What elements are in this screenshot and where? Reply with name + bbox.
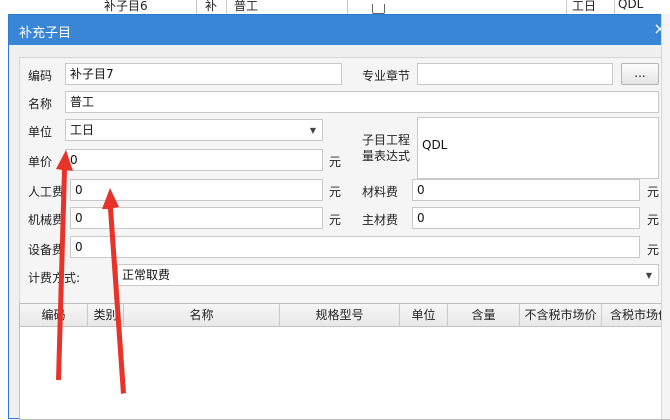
labor-input[interactable]: 0 [70, 179, 323, 201]
col-header-price-excl-tax[interactable]: 不含税市场价 [520, 304, 602, 326]
labor-unit: 元 [329, 185, 342, 199]
price-label: 单价 [28, 155, 53, 169]
col-header-quantity[interactable]: 含量 [448, 304, 520, 326]
chevron-down-icon: ▼ [309, 126, 316, 135]
bg-row-type: 补 [205, 0, 218, 13]
expr-label-line2: 量表达式 [362, 149, 411, 163]
code-input[interactable]: 补子目7 [65, 63, 342, 85]
equipment-label: 设备费 [28, 243, 65, 257]
bg-row-desc: 普工 [234, 0, 259, 13]
bg-row-unit: 工日 [572, 0, 597, 13]
chapter-input[interactable] [417, 63, 613, 85]
col-header-category[interactable]: 类别 [88, 304, 124, 326]
price-input[interactable]: 0 [65, 149, 323, 171]
background-scroll-edge [661, 14, 670, 419]
billing-label: 计费方式: [28, 271, 81, 285]
bg-divider [196, 0, 197, 14]
expr-label-line1: 子目工程 [362, 133, 411, 147]
bg-row-name: 补子目6 [104, 0, 148, 13]
machine-unit: 元 [329, 213, 342, 227]
bg-divider [347, 0, 348, 14]
material-input[interactable]: 0 [412, 179, 640, 201]
col-header-price-incl-tax[interactable]: 含税市场价 [602, 304, 670, 326]
col-header-spec[interactable]: 规格型号 [280, 304, 400, 326]
machine-input[interactable]: 0 [70, 207, 323, 229]
col-header-name[interactable]: 名称 [124, 304, 280, 326]
quantity-expression-textarea[interactable]: QDL [417, 117, 659, 179]
billing-select-value: 正常取费 [122, 268, 171, 282]
equipment-input[interactable]: 0 [70, 236, 640, 258]
col-header-code[interactable]: 编码 [20, 304, 88, 326]
supplement-item-dialog: 补充子目 × 编码 补子目7 专业章节 ... 名称 普工 单位 工日 ▼ 子目… [8, 14, 670, 420]
billing-select[interactable]: 正常取费 ▼ [117, 264, 659, 286]
bg-divider [226, 0, 227, 14]
chapter-label: 专业章节 [362, 69, 411, 83]
bg-divider [566, 0, 567, 14]
unit-label: 单位 [28, 125, 53, 139]
main-material-unit: 元 [647, 213, 660, 227]
material-label: 材料费 [362, 185, 399, 199]
equipment-unit: 元 [647, 243, 660, 257]
bg-row-checkbox[interactable] [372, 4, 385, 14]
resource-table: 编码 类别 名称 规格型号 单位 含量 不含税市场价 含税市场价 [19, 303, 670, 420]
machine-label: 机械费 [28, 213, 65, 227]
labor-label: 人工费 [28, 185, 65, 199]
material-unit: 元 [647, 185, 660, 199]
name-label: 名称 [28, 97, 53, 111]
table-header: 编码 类别 名称 规格型号 单位 含量 不含税市场价 含税市场价 [20, 304, 670, 327]
code-label: 编码 [28, 69, 53, 83]
chevron-down-icon: ▼ [645, 271, 652, 280]
price-unit: 元 [329, 155, 342, 169]
col-header-unit[interactable]: 单位 [400, 304, 448, 326]
bg-divider [614, 0, 615, 14]
name-input[interactable]: 普工 [65, 91, 659, 113]
bg-row-code: QDL [618, 0, 644, 11]
unit-select[interactable]: 工日 ▼ [65, 119, 323, 141]
chapter-browse-button[interactable]: ... [621, 63, 659, 85]
dialog-titlebar[interactable]: 补充子目 × [9, 15, 669, 45]
main-material-input[interactable]: 0 [412, 207, 640, 229]
unit-select-value: 工日 [70, 123, 95, 137]
background-list-row: 补子目6 补 普工 工日 QDL [0, 0, 670, 14]
main-material-label: 主材费 [362, 213, 399, 227]
dialog-title: 补充子目 [19, 26, 72, 41]
